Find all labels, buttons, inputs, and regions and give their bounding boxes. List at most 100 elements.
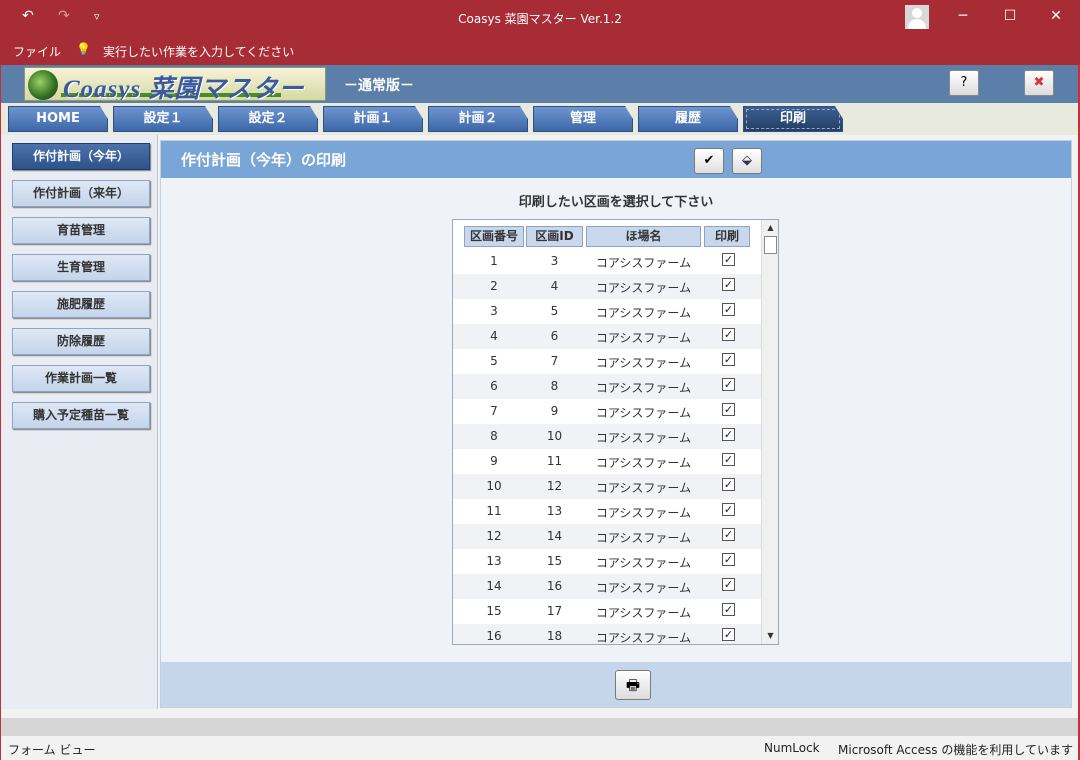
print-checkbox[interactable]: ✓	[722, 378, 735, 391]
print-checkbox[interactable]: ✓	[722, 453, 735, 466]
window-close-button[interactable]: ✕	[1041, 6, 1071, 28]
print-checkbox[interactable]: ✓	[722, 628, 735, 641]
status-view-mode: フォーム ビュー	[8, 743, 96, 757]
tab-plan-1[interactable]: 計画１	[323, 106, 423, 132]
print-checkbox[interactable]: ✓	[722, 403, 735, 416]
cell-field-name: コアシスファーム	[595, 356, 692, 370]
print-checkbox[interactable]: ✓	[722, 578, 735, 591]
tab-plan-2[interactable]: 計画２	[428, 106, 528, 132]
minimize-button[interactable]: ─	[948, 6, 978, 28]
table-row[interactable]: 6 8 コアシスファーム ✓	[453, 374, 761, 399]
help-button[interactable]: ?	[949, 70, 979, 96]
cell-field-name: コアシスファーム	[595, 631, 692, 645]
cell-plot-id: 4	[550, 279, 559, 293]
sidebar-item-seedling-management[interactable]: 育苗管理	[12, 217, 150, 244]
cell-field-name: コアシスファーム	[595, 556, 692, 570]
scroll-up-icon[interactable]: ▲	[764, 221, 777, 235]
cell-plot-number: 7	[490, 404, 498, 418]
table-row[interactable]: 16 18 コアシスファーム ✓	[453, 624, 761, 645]
sidebar-item-planting-next-year[interactable]: 作付計画（来年）	[12, 180, 150, 207]
sidebar-item-fertilizer-history[interactable]: 施肥履歴	[12, 291, 150, 318]
table-row[interactable]: 1 3 コアシスファーム ✓	[453, 249, 761, 274]
scroll-down-icon[interactable]: ▼	[764, 629, 777, 643]
app-close-button[interactable]: ✖	[1024, 70, 1054, 96]
cell-plot-number: 12	[486, 529, 502, 543]
cell-plot-number: 13	[486, 554, 502, 568]
separator	[1, 718, 1078, 736]
cell-plot-number: 1	[490, 254, 498, 268]
table-row[interactable]: 5 7 コアシスファーム ✓	[453, 349, 761, 374]
title-bar: ↶ ↷ ▿ Coasys 菜園マスター Ver.1.2 ─ ☐ ✕	[0, 0, 1080, 36]
cell-field-name: コアシスファーム	[595, 281, 692, 295]
edition-label: －通常版－	[344, 78, 414, 94]
cell-field-name: コアシスファーム	[595, 506, 692, 520]
ribbon-bar: ファイル 💡 実行したい作業を入力してください	[0, 36, 1080, 65]
cell-plot-id: 11	[546, 454, 563, 468]
panel-footer: 🖶	[161, 662, 1071, 707]
print-button[interactable]: 🖶	[615, 670, 651, 700]
print-checkbox[interactable]: ✓	[722, 503, 735, 516]
print-checkbox[interactable]: ✓	[722, 428, 735, 441]
cell-plot-id: 7	[550, 354, 559, 368]
table-row[interactable]: 14 16 コアシスファーム ✓	[453, 574, 761, 599]
cell-plot-id: 17	[546, 604, 563, 618]
cell-field-name: コアシスファーム	[595, 256, 692, 270]
sidebar-item-growth-management[interactable]: 生育管理	[12, 254, 150, 281]
cell-field-name: コアシスファーム	[595, 606, 692, 620]
sidebar-item-work-plan-list[interactable]: 作業計画一覧	[12, 365, 150, 392]
cell-plot-number: 2	[490, 279, 498, 293]
table-row[interactable]: 9 11 コアシスファーム ✓	[453, 449, 761, 474]
app-header: Coasys 菜園マスター －通常版－ ? ✖	[1, 65, 1078, 103]
cell-plot-number: 10	[486, 479, 502, 493]
table-row[interactable]: 10 12 コアシスファーム ✓	[453, 474, 761, 499]
print-checkbox[interactable]: ✓	[722, 553, 735, 566]
sidebar-item-seed-purchase-list[interactable]: 購入予定種苗一覧	[12, 402, 150, 429]
column-header-field-name: ほ場名	[586, 226, 701, 247]
clear-selection-button[interactable]: ⬙	[732, 148, 762, 174]
tab-home[interactable]: HOME	[8, 106, 108, 132]
cell-plot-id: 18	[546, 629, 563, 643]
table-row[interactable]: 7 9 コアシスファーム ✓	[453, 399, 761, 424]
cell-plot-id: 12	[546, 479, 563, 493]
check-icon: ✔	[703, 153, 715, 168]
tab-print[interactable]: 印刷	[743, 106, 843, 132]
print-checkbox[interactable]: ✓	[722, 328, 735, 341]
column-header-plot-number: 区画番号	[464, 226, 524, 247]
tab-settings-2[interactable]: 設定２	[218, 106, 318, 132]
print-checkbox[interactable]: ✓	[722, 478, 735, 491]
print-checkbox[interactable]: ✓	[722, 278, 735, 291]
cell-plot-number: 5	[490, 354, 498, 368]
print-checkbox[interactable]: ✓	[722, 303, 735, 316]
cell-plot-id: 8	[550, 379, 559, 393]
user-account-icon[interactable]	[905, 5, 929, 29]
table-row[interactable]: 12 14 コアシスファーム ✓	[453, 524, 761, 549]
sidebar-item-planting-this-year[interactable]: 作付計画（今年）	[12, 143, 150, 170]
cell-plot-id: 13	[546, 504, 563, 518]
table-row[interactable]: 8 10 コアシスファーム ✓	[453, 424, 761, 449]
tell-me-input[interactable]: 実行したい作業を入力してください	[103, 43, 294, 60]
tab-history[interactable]: 履歴	[638, 106, 738, 132]
panel-header: 作付計画（今年）の印刷 ✔ ⬙	[161, 141, 1071, 178]
print-checkbox[interactable]: ✓	[722, 253, 735, 266]
table-row[interactable]: 2 4 コアシスファーム ✓	[453, 274, 761, 299]
table-row[interactable]: 4 6 コアシスファーム ✓	[453, 324, 761, 349]
cell-plot-id: 6	[550, 329, 559, 343]
tab-settings-1[interactable]: 設定１	[113, 106, 213, 132]
print-checkbox[interactable]: ✓	[722, 353, 735, 366]
maximize-button[interactable]: ☐	[995, 6, 1025, 28]
print-checkbox[interactable]: ✓	[722, 603, 735, 616]
print-checkbox[interactable]: ✓	[722, 528, 735, 541]
vertical-scrollbar[interactable]: ▲ ▼	[761, 220, 778, 644]
vegetable-logo-icon	[28, 70, 58, 100]
table-row[interactable]: 13 15 コアシスファーム ✓	[453, 549, 761, 574]
cell-plot-number: 11	[486, 504, 502, 518]
sidebar-item-pest-control-history[interactable]: 防除履歴	[12, 328, 150, 355]
cell-plot-number: 8	[490, 429, 498, 443]
table-row[interactable]: 15 17 コアシスファーム ✓	[453, 599, 761, 624]
scroll-thumb[interactable]	[764, 236, 777, 254]
file-menu[interactable]: ファイル	[13, 43, 61, 60]
tab-management[interactable]: 管理	[533, 106, 633, 132]
table-row[interactable]: 3 5 コアシスファーム ✓	[453, 299, 761, 324]
select-all-button[interactable]: ✔	[694, 148, 724, 174]
table-row[interactable]: 11 13 コアシスファーム ✓	[453, 499, 761, 524]
